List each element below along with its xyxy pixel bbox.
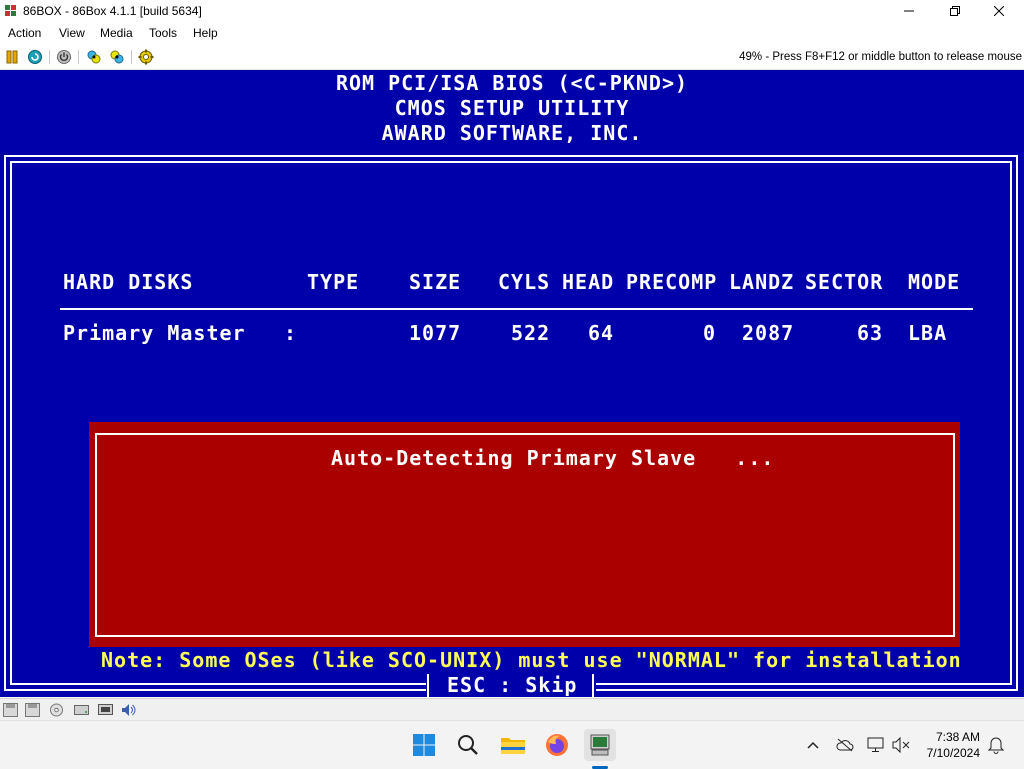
disk-precomp: 0 <box>703 321 717 345</box>
notifications-button[interactable] <box>986 735 1006 755</box>
close-icon <box>994 6 1004 16</box>
taskbar-clock[interactable]: 7:38 AM 7/10/2024 <box>927 729 980 761</box>
minimize-icon <box>904 10 914 12</box>
table-divider <box>60 308 973 310</box>
autodetect-status: Auto-Detecting Primary Slave ... <box>331 446 775 470</box>
maximize-button[interactable] <box>932 0 978 22</box>
floppy-drive-icon[interactable] <box>3 703 18 717</box>
network-icon[interactable] <box>98 703 113 717</box>
86box-icon <box>590 734 610 756</box>
clock-time: 7:38 AM <box>935 730 980 744</box>
disk-colon: : <box>284 321 298 345</box>
taskbar: 7:38 AM 7/10/2024 <box>0 720 1024 769</box>
network-tray-button[interactable] <box>866 735 886 755</box>
settings-icon[interactable] <box>138 49 154 65</box>
bell-icon <box>988 737 1004 754</box>
toolbar-separator <box>131 50 132 64</box>
toolbar: 49% - Press F8+F12 or middle button to r… <box>0 45 1024 70</box>
disk-sector: 63 <box>857 321 884 345</box>
restore-icon <box>950 6 960 16</box>
esc-skip-hint: ESC : Skip <box>447 673 578 697</box>
show-hidden-icons-button[interactable] <box>803 735 823 755</box>
col-mode: MODE <box>908 270 961 294</box>
menu-action[interactable]: Action <box>8 26 41 40</box>
menu-tools[interactable]: Tools <box>149 26 177 40</box>
sound-icon[interactable] <box>121 703 136 717</box>
col-hard-disks: HARD DISKS <box>63 270 194 294</box>
menu-help[interactable]: Help <box>193 26 218 40</box>
bios-note: Note: Some OSes (like SCO-UNIX) must use… <box>101 648 962 672</box>
menu-media[interactable]: Media <box>100 26 133 40</box>
disk-head: 64 <box>588 321 615 345</box>
toolbar-separator <box>49 50 50 64</box>
bios-header-line-2: CMOS SETUP UTILITY <box>394 96 630 120</box>
86box-app-icon[interactable] <box>4 4 17 17</box>
menu-bar: Action View Media Tools Help <box>0 23 1024 43</box>
firefox-button[interactable] <box>541 729 573 761</box>
minimize-button[interactable] <box>886 0 932 22</box>
cloud-tray-button[interactable] <box>835 735 855 755</box>
disk-name-primary-master: Primary Master <box>63 321 246 345</box>
emulator-screen[interactable]: ROM PCI/ISA BIOS (<C-PKND>) CMOS SETUP U… <box>0 70 1024 697</box>
pause-icon[interactable] <box>4 49 20 65</box>
cdrom-drive-icon[interactable] <box>49 703 64 717</box>
status-bar <box>0 698 1024 721</box>
network-monitor-icon <box>867 737 884 752</box>
disk-mode: LBA <box>908 321 948 345</box>
windows-logo-icon <box>413 734 435 756</box>
window-title: 86BOX - 86Box 4.1.1 [build 5634] <box>23 4 202 18</box>
disk-cyls: 522 <box>511 321 551 345</box>
ctrl-alt-del-icon[interactable] <box>86 49 102 65</box>
volume-tray-button[interactable] <box>891 735 911 755</box>
bios-header-line-1: ROM PCI/ISA BIOS (<C-PKND>) <box>335 71 689 95</box>
mouse-release-hint: 49% - Press F8+F12 or middle button to r… <box>739 51 1022 63</box>
hard-disk-icon[interactable] <box>74 703 89 717</box>
col-cyls: CYLS <box>498 270 551 294</box>
col-landz: LANDZ <box>729 270 795 294</box>
bios-header-line-3: AWARD SOFTWARE, INC. <box>381 121 643 145</box>
file-explorer-button[interactable] <box>497 729 529 761</box>
toolbar-separator <box>78 50 79 64</box>
folder-icon <box>501 738 525 754</box>
search-icon <box>458 735 478 755</box>
esc-box-right-edge <box>592 674 594 697</box>
start-button[interactable] <box>408 729 440 761</box>
col-type: TYPE <box>307 270 360 294</box>
speaker-muted-icon <box>892 737 910 753</box>
menu-view[interactable]: View <box>59 26 85 40</box>
col-sector: SECTOR <box>805 270 884 294</box>
search-button[interactable] <box>452 729 484 761</box>
disk-size: 1077 <box>409 321 462 345</box>
ctrl-alt-esc-icon[interactable] <box>109 49 125 65</box>
cloud-off-icon <box>836 738 854 752</box>
86box-taskbar-button[interactable] <box>584 729 616 761</box>
chevron-up-icon <box>807 741 819 749</box>
col-size: SIZE <box>409 270 462 294</box>
power-icon[interactable] <box>56 49 72 65</box>
floppy-drive-2-icon[interactable] <box>25 703 40 717</box>
col-precomp: PRECOMP <box>626 270 718 294</box>
hard-reset-icon[interactable] <box>27 49 43 65</box>
firefox-icon <box>546 734 568 756</box>
col-head: HEAD <box>562 270 615 294</box>
esc-box-left-edge <box>427 674 429 697</box>
disk-landz: 2087 <box>742 321 795 345</box>
close-button[interactable] <box>976 0 1022 22</box>
title-bar: 86BOX - 86Box 4.1.1 [build 5634] <box>0 0 1024 22</box>
clock-date: 7/10/2024 <box>926 746 980 760</box>
